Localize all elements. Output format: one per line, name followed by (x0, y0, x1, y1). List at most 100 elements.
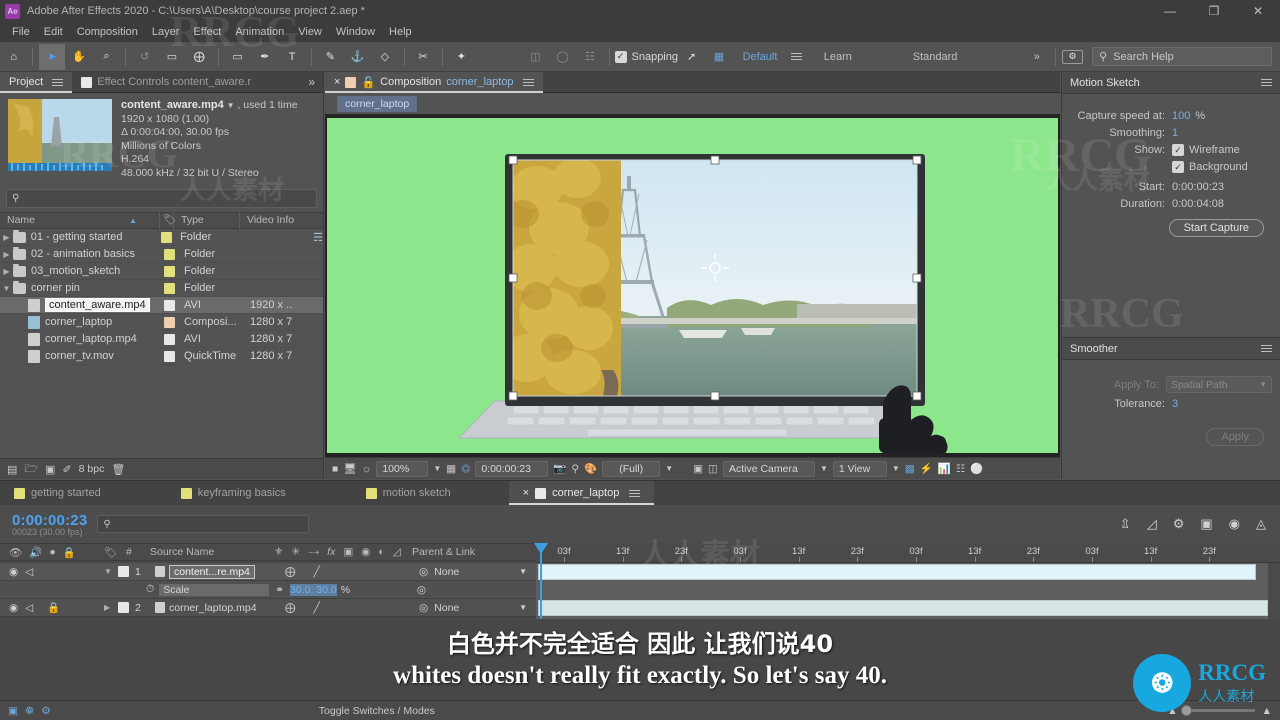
flowchart-icon[interactable]: ☴ (313, 231, 323, 244)
layer-source-name[interactable]: content...re.mp4 (169, 564, 255, 579)
column-name[interactable]: Name ▲ (0, 212, 160, 229)
eye-icon[interactable]: ◉ (9, 566, 18, 578)
distribute-icon[interactable]: ☷ (577, 44, 602, 70)
project-row[interactable]: corner_tv.mov QuickTime 1280 x 7 (0, 348, 323, 365)
timeline-layer-bar[interactable] (538, 564, 1256, 580)
new-composition-icon[interactable]: ▣ (45, 463, 55, 476)
camera-view-select[interactable]: Active Camera (722, 460, 815, 477)
layer-quality-icon[interactable]: ╱ (314, 602, 320, 614)
layer-switches[interactable]: ⨁ ╱ (285, 602, 415, 614)
project-settings-icon[interactable]: ✐ (62, 463, 71, 476)
project-panel-menu-icon[interactable] (52, 78, 64, 86)
layer-transform-icon[interactable]: ⨁ (285, 602, 296, 614)
label-color-swatch[interactable] (164, 248, 175, 260)
brush-tool-icon[interactable]: ✎ (318, 44, 343, 70)
layer-label-swatch[interactable] (118, 566, 129, 577)
menu-effect[interactable]: Effect (186, 22, 228, 42)
frame-blend-icon[interactable]: ▣ (343, 546, 353, 558)
timeline-vertical-scrollbar[interactable] (1268, 563, 1280, 619)
menu-file[interactable]: File (5, 22, 37, 42)
delete-icon[interactable]: 🗑 (111, 463, 125, 476)
panel-menu-icon[interactable] (1261, 79, 1272, 86)
apply-button[interactable]: Apply (1206, 428, 1264, 446)
timeline-search-input[interactable]: ⚲ (97, 515, 310, 533)
project-row[interactable]: corner_laptop.mp4 AVI 1280 x 7 (0, 331, 323, 348)
panel-menu-icon-2[interactable] (1261, 345, 1272, 352)
parent-pick-whip-icon[interactable]: ◎ (419, 602, 428, 614)
project-row[interactable]: corner_laptop Composi... 1280 x 7 (0, 314, 323, 331)
hide-shy-layers-icon[interactable]: ⚙ (1173, 516, 1185, 532)
channel-icon[interactable]: 🎨 (584, 462, 597, 475)
bit-depth-label[interactable]: 8 bpc (79, 463, 105, 475)
folder-disclosure-icon[interactable]: ▶ (0, 250, 13, 259)
project-row[interactable]: content_aware.mp4 AVI 1920 x .. (0, 297, 323, 314)
menu-window[interactable]: Window (329, 22, 382, 42)
search-help-field[interactable]: ⚲ Search Help (1092, 47, 1273, 66)
quality-icon[interactable]: ⤍ (308, 546, 319, 559)
fx-icon[interactable]: fx (327, 546, 335, 558)
column-label[interactable]: 🏷 (160, 212, 176, 229)
project-row[interactable]: ▼ corner pin Folder (0, 280, 323, 297)
tab-corner-laptop[interactable]: × corner_laptop (508, 481, 655, 505)
menu-edit[interactable]: Edit (37, 22, 70, 42)
parent-pick-whip-icon-property[interactable]: ◎ (417, 584, 426, 596)
label-color-swatch[interactable] (164, 350, 175, 362)
adjustment-icon[interactable]: ◐ (378, 546, 384, 558)
layer-parent-value[interactable]: None (434, 566, 459, 578)
rectangle-tool-icon[interactable]: ▭ (225, 44, 250, 70)
capture-speed-value[interactable]: 100 (1172, 110, 1190, 122)
roto-brush-tool-icon[interactable]: ✂ (411, 44, 436, 70)
snap-path-icon[interactable]: ➚ (679, 44, 704, 70)
footage-dropdown-icon[interactable]: ▼ (227, 101, 235, 110)
layer-property-row[interactable]: ⏱ Scale ⚭ 30.0, 30.0% ◎ (0, 581, 536, 599)
timeline-layer-row[interactable]: ◉ ◁ ▼ 1 content...re.mp4 ⨁ ╱ ◎ None ▼ (0, 563, 536, 581)
timeline-icon[interactable]: 📊 (938, 462, 951, 475)
anchor-point-tool-icon[interactable]: ⨁ (187, 44, 212, 70)
workspace-settings-icon[interactable]: ⚙ (1061, 49, 1084, 64)
timeline-graph-area[interactable] (536, 563, 1280, 619)
tab-effect-controls[interactable]: Effect Controls content_aware.r (72, 72, 260, 93)
audio-icon[interactable]: 🔊 (29, 546, 42, 559)
timeline-layer-bar[interactable] (538, 600, 1268, 616)
camera-tool-icon[interactable]: ▭ (159, 44, 184, 70)
label-color-swatch[interactable] (164, 282, 175, 294)
toggle-view-layout-icon[interactable]: ▩ (905, 463, 915, 475)
snapshot-icon[interactable]: 📷 (553, 462, 566, 475)
show-snapshot-icon[interactable]: ⚲ (571, 463, 579, 475)
chevron-down-icon-2[interactable]: ▼ (665, 464, 673, 473)
close-icon[interactable]: × (334, 76, 340, 88)
draft-3d-icon[interactable]: ◿ (1147, 516, 1157, 532)
tab-project[interactable]: Project (0, 71, 73, 93)
property-value[interactable]: 30.0, 30.0 (290, 583, 337, 596)
label-color-swatch[interactable] (164, 299, 175, 311)
clone-stamp-tool-icon[interactable]: ⚓ (345, 44, 370, 70)
chevron-down-icon-4[interactable]: ▼ (892, 464, 900, 473)
workspace-overflow[interactable]: » (1024, 42, 1050, 72)
layer-parent-value[interactable]: None (434, 602, 459, 614)
stopwatch-icon[interactable]: ⏱ (146, 583, 154, 596)
always-preview-icon[interactable]: ■ (332, 463, 338, 475)
resolution-select[interactable]: (Full) (602, 460, 661, 477)
lock-icon[interactable]: 🔒 (47, 601, 60, 614)
menu-layer[interactable]: Layer (145, 22, 187, 42)
project-row[interactable]: ▶ 03_motion_sketch Folder (0, 263, 323, 280)
motion-blur-icon-header[interactable]: ◉ (361, 546, 370, 558)
composition-viewer[interactable] (325, 114, 1060, 457)
composition-panel-menu-icon[interactable] (522, 78, 534, 86)
rotation-tool-icon[interactable]: ↺ (132, 44, 157, 70)
interpret-footage-icon[interactable]: ▤ (7, 463, 17, 476)
audio-icon[interactable]: ◁ (25, 566, 33, 578)
collapse-icon[interactable]: ✳ (291, 546, 300, 558)
zoom-tool-icon[interactable]: ⌕ (94, 44, 119, 70)
align-left-icon[interactable]: ◫ (523, 44, 548, 70)
eye-icon[interactable]: 👁 (9, 546, 22, 559)
composition-stage[interactable] (327, 118, 1058, 453)
layer-switches[interactable]: ⨁ ╱ (285, 566, 415, 578)
3d-layer-icon[interactable]: ◿ (393, 546, 401, 558)
motion-blur-icon[interactable]: ◉ (1229, 516, 1240, 532)
mask-icon[interactable]: ⏣ (461, 463, 470, 475)
maximize-button[interactable]: ❐ (1192, 0, 1236, 22)
eye-icon[interactable]: ◉ (9, 602, 18, 614)
project-search-input[interactable]: ⚲ (6, 189, 317, 208)
hand-tool-icon[interactable]: ✋ (67, 44, 92, 70)
